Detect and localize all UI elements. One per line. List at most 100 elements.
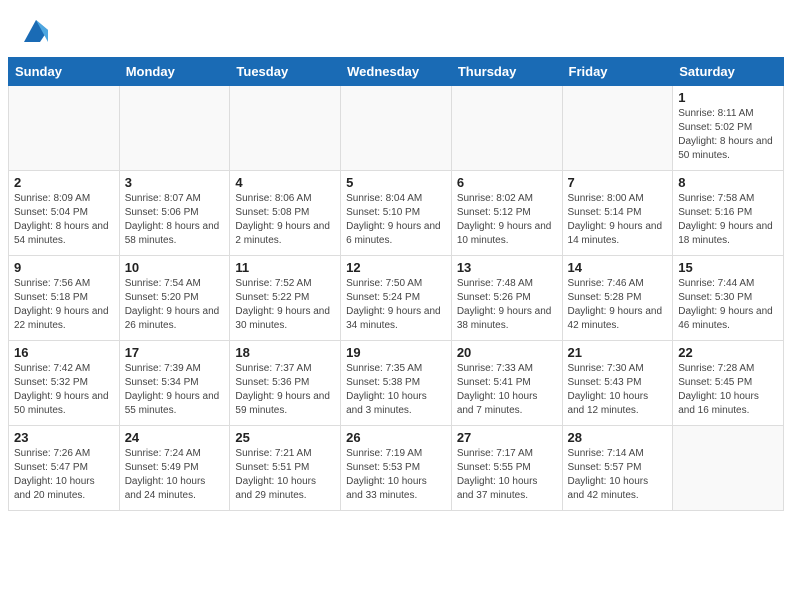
- day-info: Sunrise: 7:28 AM Sunset: 5:45 PM Dayligh…: [678, 362, 778, 418]
- day-info: Sunrise: 7:58 AM Sunset: 5:16 PM Dayligh…: [678, 192, 778, 248]
- logo-icon: [22, 16, 50, 44]
- day-number: 8: [678, 175, 778, 190]
- day-number: 18: [235, 345, 335, 360]
- day-info: Sunrise: 7:30 AM Sunset: 5:43 PM Dayligh…: [568, 362, 668, 418]
- day-cell: 6Sunrise: 8:02 AM Sunset: 5:12 PM Daylig…: [451, 171, 562, 256]
- header-cell-sunday: Sunday: [9, 58, 120, 86]
- day-cell: [341, 86, 452, 171]
- day-cell: 28 Sunrise: 7:14 AM Sunset: 5:57 PM Dayli…: [562, 426, 673, 511]
- day-info: Sunrise: 7:21 AM Sunset: 5:51 PM Dayligh…: [235, 447, 335, 503]
- day-cell: 2Sunrise: 8:09 AM Sunset: 5:04 PM Daylig…: [9, 171, 120, 256]
- day-cell: 15 Sunrise: 7:44 AM Sunset: 5:30 PM Dayli…: [673, 256, 784, 341]
- day-cell: 27 Sunrise: 7:17 AM Sunset: 5:55 PM Dayli…: [451, 426, 562, 511]
- day-info: Sunrise: 7:50 AM Sunset: 5:24 PM Dayligh…: [346, 277, 446, 333]
- day-info: Sunrise: 7:44 AM Sunset: 5:30 PM Dayligh…: [678, 277, 778, 333]
- day-cell: 19 Sunrise: 7:35 AM Sunset: 5:38 PM Dayli…: [341, 341, 452, 426]
- day-cell: 23Sunrise: 7:26 AM Sunset: 5:47 PM Dayli…: [9, 426, 120, 511]
- day-cell: [451, 86, 562, 171]
- day-cell: 22 Sunrise: 7:28 AM Sunset: 5:45 PM Dayli…: [673, 341, 784, 426]
- day-info: Sunrise: 7:33 AM Sunset: 5:41 PM Dayligh…: [457, 362, 557, 418]
- day-cell: 21 Sunrise: 7:30 AM Sunset: 5:43 PM Dayli…: [562, 341, 673, 426]
- day-number: 6: [457, 175, 557, 190]
- day-info: Sunrise: 7:37 AM Sunset: 5:36 PM Dayligh…: [235, 362, 335, 418]
- day-cell: 7 Sunrise: 8:00 AM Sunset: 5:14 PM Daylig…: [562, 171, 673, 256]
- day-cell: 13 Sunrise: 7:48 AM Sunset: 5:26 PM Dayli…: [451, 256, 562, 341]
- day-cell: 25 Sunrise: 7:21 AM Sunset: 5:51 PM Dayli…: [230, 426, 341, 511]
- week-row-0: 1 Sunrise: 8:11 AM Sunset: 5:02 PM Daylig…: [9, 86, 784, 171]
- day-number: 21: [568, 345, 668, 360]
- day-info: Sunrise: 8:00 AM Sunset: 5:14 PM Dayligh…: [568, 192, 668, 248]
- day-cell: [230, 86, 341, 171]
- day-number: 4: [235, 175, 335, 190]
- day-number: 25: [235, 430, 335, 445]
- header-cell-monday: Monday: [119, 58, 230, 86]
- day-cell: 14 Sunrise: 7:46 AM Sunset: 5:28 PM Dayli…: [562, 256, 673, 341]
- day-info: Sunrise: 7:14 AM Sunset: 5:57 PM Dayligh…: [568, 447, 668, 503]
- header-cell-saturday: Saturday: [673, 58, 784, 86]
- day-cell: 1 Sunrise: 8:11 AM Sunset: 5:02 PM Daylig…: [673, 86, 784, 171]
- header-row: SundayMondayTuesdayWednesdayThursdayFrid…: [9, 58, 784, 86]
- day-number: 23: [14, 430, 114, 445]
- day-number: 11: [235, 260, 335, 275]
- day-number: 2: [14, 175, 114, 190]
- day-info: Sunrise: 7:17 AM Sunset: 5:55 PM Dayligh…: [457, 447, 557, 503]
- calendar-table: SundayMondayTuesdayWednesdayThursdayFrid…: [8, 57, 784, 511]
- day-info: Sunrise: 8:04 AM Sunset: 5:10 PM Dayligh…: [346, 192, 446, 248]
- day-info: Sunrise: 7:19 AM Sunset: 5:53 PM Dayligh…: [346, 447, 446, 503]
- day-number: 27: [457, 430, 557, 445]
- week-row-3: 16 Sunrise: 7:42 AM Sunset: 5:32 PM Dayli…: [9, 341, 784, 426]
- day-cell: [673, 426, 784, 511]
- day-info: Sunrise: 7:48 AM Sunset: 5:26 PM Dayligh…: [457, 277, 557, 333]
- day-cell: [9, 86, 120, 171]
- day-cell: [562, 86, 673, 171]
- day-cell: [119, 86, 230, 171]
- day-number: 19: [346, 345, 446, 360]
- day-number: 12: [346, 260, 446, 275]
- day-number: 16: [14, 345, 114, 360]
- week-row-2: 9 Sunrise: 7:56 AM Sunset: 5:18 PM Daylig…: [9, 256, 784, 341]
- week-row-4: 23Sunrise: 7:26 AM Sunset: 5:47 PM Dayli…: [9, 426, 784, 511]
- day-info: Sunrise: 7:42 AM Sunset: 5:32 PM Dayligh…: [14, 362, 114, 418]
- day-info: Sunrise: 7:56 AM Sunset: 5:18 PM Dayligh…: [14, 277, 114, 333]
- day-info: Sunrise: 8:06 AM Sunset: 5:08 PM Dayligh…: [235, 192, 335, 248]
- day-cell: 9 Sunrise: 7:56 AM Sunset: 5:18 PM Daylig…: [9, 256, 120, 341]
- header-cell-tuesday: Tuesday: [230, 58, 341, 86]
- day-number: 17: [125, 345, 225, 360]
- day-cell: 18 Sunrise: 7:37 AM Sunset: 5:36 PM Dayli…: [230, 341, 341, 426]
- day-cell: 3Sunrise: 8:07 AM Sunset: 5:06 PM Daylig…: [119, 171, 230, 256]
- day-number: 22: [678, 345, 778, 360]
- day-info: Sunrise: 7:39 AM Sunset: 5:34 PM Dayligh…: [125, 362, 225, 418]
- day-info: Sunrise: 8:11 AM Sunset: 5:02 PM Dayligh…: [678, 107, 778, 163]
- day-number: 3: [125, 175, 225, 190]
- page-header: [0, 0, 792, 57]
- day-number: 5: [346, 175, 446, 190]
- day-number: 28: [568, 430, 668, 445]
- header-cell-thursday: Thursday: [451, 58, 562, 86]
- day-cell: 8 Sunrise: 7:58 AM Sunset: 5:16 PM Daylig…: [673, 171, 784, 256]
- day-info: Sunrise: 7:46 AM Sunset: 5:28 PM Dayligh…: [568, 277, 668, 333]
- day-info: Sunrise: 7:24 AM Sunset: 5:49 PM Dayligh…: [125, 447, 225, 503]
- day-number: 14: [568, 260, 668, 275]
- day-number: 15: [678, 260, 778, 275]
- day-cell: 10Sunrise: 7:54 AM Sunset: 5:20 PM Dayli…: [119, 256, 230, 341]
- day-cell: 17 Sunrise: 7:39 AM Sunset: 5:34 PM Dayli…: [119, 341, 230, 426]
- day-number: 26: [346, 430, 446, 445]
- day-info: Sunrise: 7:54 AM Sunset: 5:20 PM Dayligh…: [125, 277, 225, 333]
- day-cell: 26 Sunrise: 7:19 AM Sunset: 5:53 PM Dayli…: [341, 426, 452, 511]
- day-cell: 4 Sunrise: 8:06 AM Sunset: 5:08 PM Daylig…: [230, 171, 341, 256]
- day-cell: 5 Sunrise: 8:04 AM Sunset: 5:10 PM Daylig…: [341, 171, 452, 256]
- day-cell: 20 Sunrise: 7:33 AM Sunset: 5:41 PM Dayli…: [451, 341, 562, 426]
- day-number: 13: [457, 260, 557, 275]
- day-number: 1: [678, 90, 778, 105]
- day-info: Sunrise: 7:52 AM Sunset: 5:22 PM Dayligh…: [235, 277, 335, 333]
- day-number: 7: [568, 175, 668, 190]
- day-cell: 16 Sunrise: 7:42 AM Sunset: 5:32 PM Dayli…: [9, 341, 120, 426]
- calendar-header: SundayMondayTuesdayWednesdayThursdayFrid…: [9, 58, 784, 86]
- day-number: 20: [457, 345, 557, 360]
- header-cell-wednesday: Wednesday: [341, 58, 452, 86]
- day-cell: 12 Sunrise: 7:50 AM Sunset: 5:24 PM Dayli…: [341, 256, 452, 341]
- day-info: Sunrise: 7:35 AM Sunset: 5:38 PM Dayligh…: [346, 362, 446, 418]
- day-number: 9: [14, 260, 114, 275]
- week-row-1: 2Sunrise: 8:09 AM Sunset: 5:04 PM Daylig…: [9, 171, 784, 256]
- logo-block: [20, 16, 50, 49]
